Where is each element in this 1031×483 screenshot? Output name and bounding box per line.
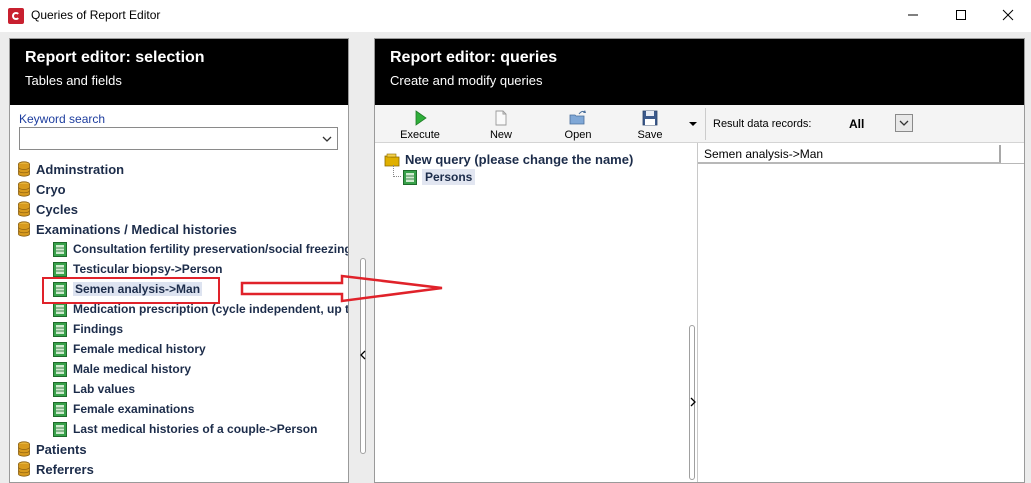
table-icon: [53, 361, 67, 377]
table-icon: [403, 169, 417, 185]
tree-group-cycles[interactable]: Cycles: [18, 199, 78, 219]
tree-group-patients[interactable]: Patients: [18, 439, 87, 459]
red-annotation-arrow: [240, 274, 443, 303]
keyword-search-label: Keyword search: [19, 112, 106, 126]
table-icon: [53, 401, 67, 417]
open-label: Open: [564, 129, 592, 141]
tree-connector-line: [393, 165, 401, 177]
tree-group-label: Adminstration: [36, 161, 125, 177]
tree-table-item[interactable]: Findings: [53, 319, 123, 339]
queries-panel: Report editor: queries Create and modify…: [374, 38, 1025, 483]
tree-group-label: Cycles: [36, 201, 78, 217]
tree-table-label: Findings: [73, 322, 123, 336]
new-document-icon: [495, 110, 507, 126]
minimize-button[interactable]: [890, 0, 936, 30]
execute-label: Execute: [400, 129, 440, 141]
new-label: New: [489, 129, 512, 141]
database-icon: [18, 441, 30, 457]
tables-tree: Adminstration Cryo Cycles Examinations / Me…: [10, 157, 348, 483]
keyword-search-combobox[interactable]: [19, 127, 338, 150]
result-records-value: All: [849, 117, 865, 131]
tree-table-label: Male medical history: [73, 362, 192, 376]
close-icon: [1002, 9, 1014, 21]
results-column-header[interactable]: Semen analysis->Man: [698, 145, 1001, 163]
table-icon: [53, 341, 67, 357]
middle-splitter[interactable]: [689, 325, 696, 480]
tree-table-label: Female medical history: [73, 342, 206, 356]
tree-table-item[interactable]: Female examinations: [53, 399, 194, 419]
app-logo-icon: [8, 8, 24, 24]
database-icon: [18, 161, 30, 177]
tree-group-examinations-medical-histories[interactable]: Examinations / Medical histories: [18, 219, 237, 239]
tree-table-item[interactable]: Last medical histories of a couple->Pers…: [53, 419, 317, 439]
tree-group-label: Examinations / Medical histories: [36, 221, 237, 237]
table-icon: [53, 421, 67, 437]
window-titlebar: Queries of Report Editor: [0, 0, 1031, 32]
window-title: Queries of Report Editor: [31, 8, 161, 22]
tree-group-label: Cryo: [36, 181, 66, 197]
tree-table-label: Lab values: [73, 382, 136, 396]
database-icon: [18, 181, 30, 197]
queries-panel-subtitle: Create and modify queries: [390, 73, 543, 88]
tree-table-label: Last medical histories of a couple->Pers…: [73, 422, 318, 436]
database-icon: [18, 201, 30, 217]
selection-panel-title: Report editor: selection: [25, 49, 205, 66]
result-records-label: Result data records:: [713, 118, 812, 130]
query-tree: New query (please change the name) Perso…: [375, 145, 697, 482]
expand-right-arrow-icon[interactable]: [690, 397, 696, 407]
chevron-down-icon: [899, 120, 909, 126]
tree-table-item[interactable]: Lab values: [53, 379, 135, 399]
tree-table-label: Female examinations: [73, 402, 195, 416]
queries-panel-title: Report editor: queries: [390, 49, 558, 66]
maximize-button[interactable]: [938, 0, 984, 30]
save-label: Save: [637, 129, 663, 141]
tree-group-label: Referrers: [36, 461, 94, 477]
query-child-item[interactable]: Persons: [403, 169, 476, 185]
results-header-line: [698, 163, 1024, 164]
chevron-down-icon[interactable]: [321, 133, 333, 145]
new-button[interactable]: New: [471, 108, 531, 142]
minimize-icon: [908, 14, 918, 16]
tree-table-item[interactable]: Consultation fertility preservation/soci…: [53, 239, 348, 259]
maximize-icon: [956, 10, 966, 20]
query-toolbar: Execute New Open Save Result data record…: [375, 105, 1024, 143]
play-icon: [415, 110, 427, 126]
table-icon: [53, 241, 67, 257]
collapse-left-arrow-icon[interactable]: [360, 350, 366, 360]
database-icon: [18, 221, 30, 237]
results-column-header-label: Semen analysis->Man: [704, 147, 824, 161]
toolbar-separator: [705, 108, 706, 140]
execute-button[interactable]: Execute: [390, 108, 450, 142]
tree-table-item[interactable]: Testicular biopsy->Person: [53, 259, 223, 279]
tree-table-item[interactable]: Male medical history: [53, 359, 191, 379]
open-folder-icon: [569, 110, 586, 125]
table-icon: [53, 321, 67, 337]
tree-group-cryo[interactable]: Cryo: [18, 179, 66, 199]
table-icon: [53, 261, 67, 277]
query-child-label: Persons: [422, 169, 476, 185]
toolbar-dropdown-icon[interactable]: [689, 120, 697, 128]
database-icon: [18, 461, 30, 477]
queries-panel-header: Report editor: queries Create and modify…: [375, 39, 1024, 105]
tree-table-label: Testicular biopsy->Person: [73, 262, 223, 276]
tree-group-adminstration[interactable]: Adminstration: [18, 159, 124, 179]
table-icon: [53, 381, 67, 397]
open-button[interactable]: Open: [548, 108, 608, 142]
tree-group-label: Patients: [36, 441, 87, 457]
save-button[interactable]: Save: [620, 108, 680, 142]
tree-table-item[interactable]: Female medical history: [53, 339, 206, 359]
query-root-item[interactable]: New query (please change the name): [384, 152, 633, 167]
selection-panel-subtitle: Tables and fields: [25, 73, 122, 88]
selection-panel: Report editor: selection Tables and fiel…: [9, 38, 349, 483]
result-records-dropdown[interactable]: [895, 114, 913, 132]
tree-table-label: Consultation fertility preservation/soci…: [73, 242, 348, 256]
selection-panel-header: Report editor: selection Tables and fiel…: [10, 39, 348, 105]
floppy-disk-icon: [642, 110, 658, 126]
close-button[interactable]: [985, 0, 1031, 30]
query-root-label: New query (please change the name): [405, 152, 634, 167]
selected-item-highlight-box: [42, 277, 220, 304]
tree-group-referrers[interactable]: Referrers: [18, 459, 94, 479]
query-results-divider: [697, 143, 698, 482]
